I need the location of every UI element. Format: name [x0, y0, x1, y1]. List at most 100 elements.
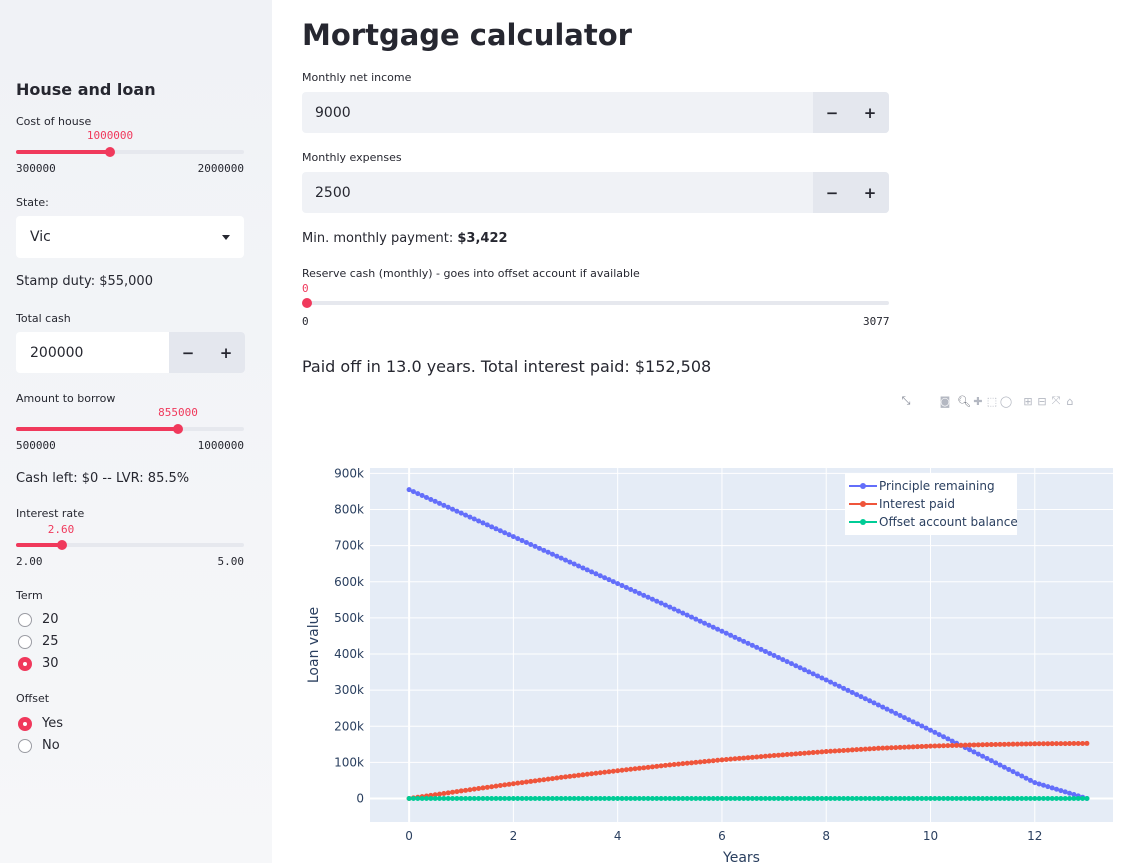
cost-of-house-slider[interactable] [16, 147, 244, 157]
radio-icon[interactable] [18, 738, 32, 753]
monthly-expenses-value[interactable]: 2500 [302, 172, 813, 213]
slider-thumb[interactable] [104, 147, 115, 157]
data-point [1014, 796, 1020, 802]
data-point [406, 487, 412, 493]
data-point [597, 796, 603, 802]
data-point [715, 626, 721, 632]
radio-icon[interactable] [18, 634, 32, 649]
data-point [467, 787, 473, 793]
data-point [793, 796, 799, 802]
slider-thumb[interactable] [172, 424, 183, 434]
reserve-cash-slider[interactable] [302, 298, 889, 308]
data-point [723, 630, 729, 636]
data-point [467, 514, 473, 520]
data-point [788, 796, 794, 802]
data-point [437, 500, 443, 506]
monthly-expenses-decrement-button[interactable]: − [813, 172, 851, 213]
zoom-out-icon[interactable]: ⊟ [1035, 394, 1049, 408]
data-point [1062, 789, 1068, 795]
data-point [962, 796, 968, 802]
data-point [949, 738, 955, 744]
offset-option-no[interactable]: No [18, 738, 60, 753]
data-point [702, 796, 708, 802]
data-point [489, 784, 495, 790]
data-point [615, 796, 621, 802]
data-point [958, 796, 964, 802]
data-point [841, 796, 847, 802]
legend-marker [860, 519, 866, 525]
data-point [589, 569, 595, 575]
data-point [619, 583, 625, 589]
total-cash-value[interactable]: 200000 [16, 332, 169, 373]
data-point [693, 759, 699, 765]
term-option-25[interactable]: 25 [18, 634, 59, 649]
data-point [645, 594, 651, 600]
data-point [910, 796, 916, 802]
total-cash-increment-button[interactable]: + [207, 332, 245, 373]
radio-icon[interactable] [18, 612, 32, 627]
data-point [771, 652, 777, 658]
slider-thumb[interactable] [302, 298, 312, 308]
monthly-expenses-input[interactable]: 2500 − + [302, 172, 889, 213]
data-point [1032, 780, 1038, 786]
radio-selected-icon[interactable] [18, 656, 32, 671]
data-point [919, 723, 925, 729]
data-point [602, 796, 608, 802]
data-point [880, 745, 886, 751]
home-icon[interactable]: ⌂ [1063, 394, 1077, 408]
data-point [1040, 796, 1046, 802]
monthly-expenses-increment-button[interactable]: + [851, 172, 889, 213]
data-point [1019, 796, 1025, 802]
term-option-label: 20 [42, 612, 59, 627]
data-point [671, 796, 677, 802]
interest-rate-slider[interactable] [16, 540, 244, 550]
amount-to-borrow-slider[interactable] [16, 424, 244, 434]
term-option-30[interactable]: 30 [18, 656, 59, 671]
term-option-20[interactable]: 20 [18, 612, 59, 627]
data-point [806, 750, 812, 756]
total-cash-decrement-button[interactable]: − [169, 332, 207, 373]
data-point [828, 796, 834, 802]
data-point [528, 541, 534, 547]
monthly-net-income-increment-button[interactable]: + [851, 92, 889, 133]
expand-icon[interactable]: ⤡ [899, 394, 913, 408]
legend-marker [860, 483, 866, 489]
slider-thumb[interactable] [56, 540, 67, 550]
data-point [901, 744, 907, 750]
term-option-label: 30 [42, 656, 59, 671]
lasso-icon[interactable]: ◯ [999, 394, 1013, 408]
camera-icon[interactable]: ◙ [938, 394, 952, 408]
loan-chart[interactable]: 0 100k 200k 300k 400k 500k 600k 700k 800k 900k 0 2 4… [300, 455, 1120, 863]
monthly-net-income-input[interactable]: 9000 − + [302, 92, 889, 133]
pan-icon[interactable]: ✚ [971, 394, 985, 408]
zoom-in-icon[interactable]: ⊞ [1021, 394, 1035, 408]
x-tick-label: 0 [405, 829, 413, 843]
data-point [593, 796, 599, 802]
state-select[interactable]: Vic [16, 216, 244, 258]
data-point [480, 785, 486, 791]
data-point [628, 796, 634, 802]
data-point [736, 796, 742, 802]
zoom-icon[interactable]: 🔍︎ [957, 394, 971, 408]
total-cash-input[interactable]: 200000 − + [16, 332, 245, 373]
data-point [788, 661, 794, 667]
data-point [1058, 741, 1064, 747]
autoscale-icon[interactable]: ⤧ [1049, 394, 1063, 408]
data-point [728, 756, 734, 762]
data-point [567, 773, 573, 779]
data-point [675, 761, 681, 767]
box-select-icon[interactable]: ⬚ [985, 394, 999, 408]
data-point [493, 783, 499, 789]
data-point [741, 755, 747, 761]
data-point [906, 796, 912, 802]
radio-selected-icon[interactable] [18, 716, 32, 731]
monthly-net-income-decrement-button[interactable]: − [813, 92, 851, 133]
monthly-net-income-value[interactable]: 9000 [302, 92, 813, 133]
data-point [619, 767, 625, 773]
data-point [993, 741, 999, 747]
data-point [1027, 777, 1033, 783]
x-axis-title: Years [722, 850, 760, 863]
data-point [641, 796, 647, 802]
data-point [606, 577, 612, 583]
offset-option-yes[interactable]: Yes [18, 716, 63, 731]
